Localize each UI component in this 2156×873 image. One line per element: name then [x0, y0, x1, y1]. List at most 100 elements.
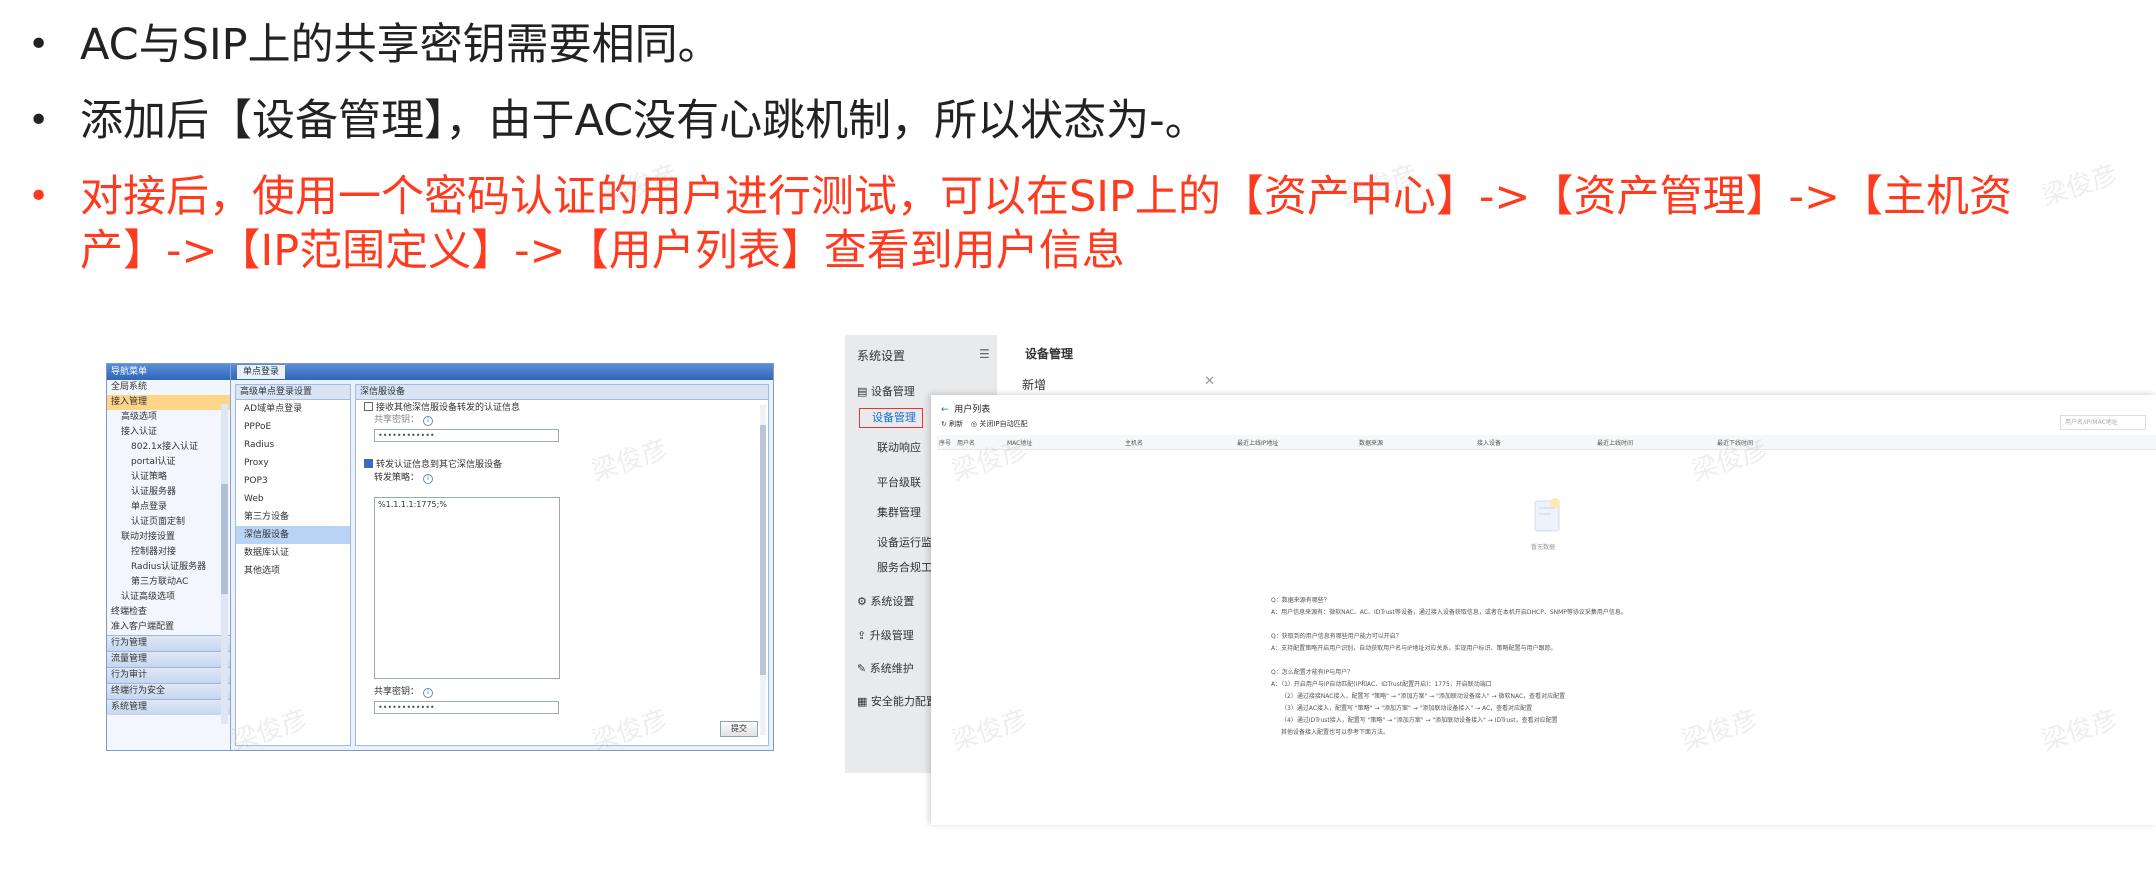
ac-nav-item[interactable]: 全局系统	[107, 380, 230, 395]
shared-key-label: 共享密钥：	[374, 415, 420, 425]
ac-nav-group[interactable]: 行为审计	[107, 667, 230, 683]
ac-nav-item[interactable]: 认证高级选项	[107, 590, 230, 605]
help-icon[interactable]: i	[423, 474, 434, 484]
search-input[interactable]: 用户名/IP/MAC地址	[2060, 415, 2146, 430]
bullet-dot: •	[28, 176, 50, 217]
ac-sso-menu-item[interactable]: Proxy	[236, 454, 350, 472]
ac-nav-item[interactable]: 准入客户端配置	[107, 620, 230, 635]
shared-key-input[interactable]: ••••••••••••	[374, 701, 559, 714]
column-header: 主机名	[1125, 440, 1144, 447]
back-arrow-icon[interactable]: ←	[941, 405, 949, 415]
upgrade-icon: ⇪	[857, 629, 870, 642]
table-header: 序号 用户名 MAC地址 主机名 最近上线IP地址 数据来源 接入设备 最近上线…	[937, 435, 2156, 450]
scroll-thumb[interactable]	[221, 484, 228, 594]
ac-nav-item[interactable]: 接入认证	[107, 425, 230, 440]
ac-nav-item[interactable]: 单点登录	[107, 500, 230, 515]
ac-nav-group[interactable]: 行为管理	[107, 635, 230, 651]
bullet-item: • 添加后【设备管理】，由于AC没有心跳机制，所以状态为-。	[28, 94, 2068, 148]
ac-nav-item[interactable]: 802.1x接入认证	[107, 440, 230, 455]
ac-nav-group[interactable]: 流量管理	[107, 651, 230, 667]
sidebar-item-label: 安全能力配置	[870, 695, 937, 708]
faq-answer: A：支持配置策略开启用户识别，自动获取用户名与IP地址对应关系，实现用户标识、策…	[1271, 645, 1557, 652]
help-icon[interactable]: i	[423, 416, 434, 426]
ac-sso-menu-item[interactable]: PPPoE	[236, 418, 350, 436]
form-scrollbar[interactable]	[760, 405, 766, 735]
sidebar-item-maintenance[interactable]: ✎ 系统维护	[857, 660, 914, 676]
forward-option[interactable]: 转发认证信息到其它深信服设备	[364, 459, 502, 471]
ac-sso-menu-item[interactable]: AD域单点登录	[236, 400, 350, 418]
refresh-button[interactable]: ↻ 刷新	[941, 419, 963, 429]
receive-option-label: 接收其他深信服设备转发的认证信息	[376, 403, 521, 413]
ac-sso-menu-item[interactable]: 第三方设备	[236, 508, 350, 526]
ac-tab[interactable]: 单点登录	[237, 365, 286, 379]
ac-sso-menu-item[interactable]: Web	[236, 490, 350, 508]
gear-icon: ⚙	[857, 595, 871, 608]
menu-icon[interactable]: ☰	[979, 347, 990, 361]
ac-nav-group[interactable]: 系统管理	[107, 699, 230, 715]
forward-list-row: 转发策略： i	[374, 473, 434, 484]
ac-nav-item[interactable]: 认证服务器	[107, 485, 230, 500]
sidebar-item-device-mgmt[interactable]: ▤ 设备管理	[857, 383, 915, 399]
ac-nav-item[interactable]: 高级选项	[107, 410, 230, 425]
sidebar-item-security[interactable]: ▦ 安全能力配置	[857, 693, 937, 709]
sidebar-subitem-device-mgmt-selected[interactable]: 设备管理	[859, 408, 923, 428]
ac-tab-bar: 单点登录	[231, 364, 773, 380]
empty-data-icon	[1534, 498, 1560, 532]
bullet-text: 对接后，使用一个密码认证的用户进行测试，可以在SIP上的【资产中心】->【资产管…	[80, 172, 2012, 276]
ac-nav-item[interactable]: 认证策略	[107, 470, 230, 485]
help-icon[interactable]: i	[423, 688, 434, 698]
ac-sso-menu-item[interactable]: Radius	[236, 436, 350, 454]
forward-checkbox[interactable]	[364, 459, 373, 468]
ac-nav-item[interactable]: 接入管理	[107, 395, 230, 410]
close-icon[interactable]: ✕	[1204, 374, 1215, 389]
bullet-dot: •	[28, 100, 50, 141]
ac-sso-menu-item[interactable]: POP3	[236, 472, 350, 490]
faq-question: Q：怎么配置才能有IP与用户？	[1271, 669, 1354, 676]
ac-form-header: 深信服设备	[356, 385, 768, 400]
ac-nav-group[interactable]: 终端行为安全	[107, 683, 230, 699]
faq-answer: A：用户信息来源有：微软NAC、AC、IDTrust等设备，通过接入设备获取信息…	[1271, 609, 1627, 616]
sidebar-item-label: 设备管理	[870, 385, 915, 398]
receive-checkbox[interactable]	[364, 402, 373, 411]
faq-answer: A：（1）开启用户与IP自动匹配(IP和AC、IDTrust配置开启)：1775…	[1271, 681, 1492, 688]
ac-sangfor-device-form: 深信服设备 接收其他深信服设备转发的认证信息 共享密钥： i ••••••••••…	[355, 384, 769, 746]
ac-nav-item[interactable]: 终端检查	[107, 605, 230, 620]
bullet-dot: •	[28, 24, 50, 65]
sip-page-title: 设备管理	[1025, 347, 1074, 361]
sidebar-item-label: 升级管理	[869, 629, 914, 642]
shared-key-row-2: 共享密钥： i	[374, 687, 434, 698]
column-header: 用户名	[957, 440, 976, 447]
ac-nav-item[interactable]: 控制器对接	[107, 545, 230, 560]
sidebar-item-label: 系统维护	[869, 662, 914, 675]
shared-key-input-disabled[interactable]: ••••••••••••	[374, 429, 559, 442]
column-header: MAC地址	[1007, 440, 1033, 447]
forward-list-textarea[interactable]: %1.1.1.1:1775;%	[374, 497, 560, 679]
empty-data-text: 暂无数据	[1531, 544, 1556, 551]
ac-sso-menu: 高级单点登录设置 AD域单点登录 PPPoE Radius Proxy POP3…	[235, 384, 351, 746]
auto-match-toggle[interactable]: ◎ 关闭IP自动匹配	[971, 419, 1028, 429]
sidebar-item-system-settings[interactable]: ⚙ 系统设置	[857, 593, 914, 609]
ac-nav-item[interactable]: 第三方联动AC	[107, 575, 230, 590]
sidebar-subitem[interactable]: 集群管理	[877, 504, 921, 520]
column-header: 接入设备	[1477, 440, 1502, 447]
submit-button[interactable]: 提交	[720, 721, 758, 737]
panel-title-text: 用户列表	[954, 405, 991, 415]
faq-answer: （2）通过接接NAC接入，配置写 "策略" → "添加方案" → "添加联动设备…	[1281, 693, 1566, 700]
receive-option[interactable]: 接收其他深信服设备转发的认证信息	[364, 402, 520, 414]
ac-sso-menu-item-selected[interactable]: 深信服设备	[236, 526, 350, 544]
forward-list-label: 转发策略：	[374, 473, 420, 483]
ac-sso-menu-item[interactable]: 数据库认证	[236, 544, 350, 562]
ac-nav-item[interactable]: Radius认证服务器	[107, 560, 230, 575]
scroll-thumb[interactable]	[760, 425, 766, 675]
column-header: 序号	[939, 440, 952, 447]
ac-sso-menu-item[interactable]: 其他选项	[236, 562, 350, 580]
sidebar-subitem[interactable]: 联动响应	[877, 439, 921, 455]
sidebar-subitem[interactable]: 平台级联	[877, 474, 921, 490]
ac-nav-item[interactable]: 认证页面定制	[107, 515, 230, 530]
sidebar-item-upgrade[interactable]: ⇪ 升级管理	[857, 627, 914, 643]
ac-nav-scrollbar[interactable]	[221, 404, 228, 724]
shared-key-row: 共享密钥： i	[374, 415, 434, 426]
ac-nav-item[interactable]: portal认证	[107, 455, 230, 470]
bullet-text: 添加后【设备管理】，由于AC没有心跳机制，所以状态为-。	[80, 96, 1208, 146]
ac-nav-item[interactable]: 联动对接设置	[107, 530, 230, 545]
